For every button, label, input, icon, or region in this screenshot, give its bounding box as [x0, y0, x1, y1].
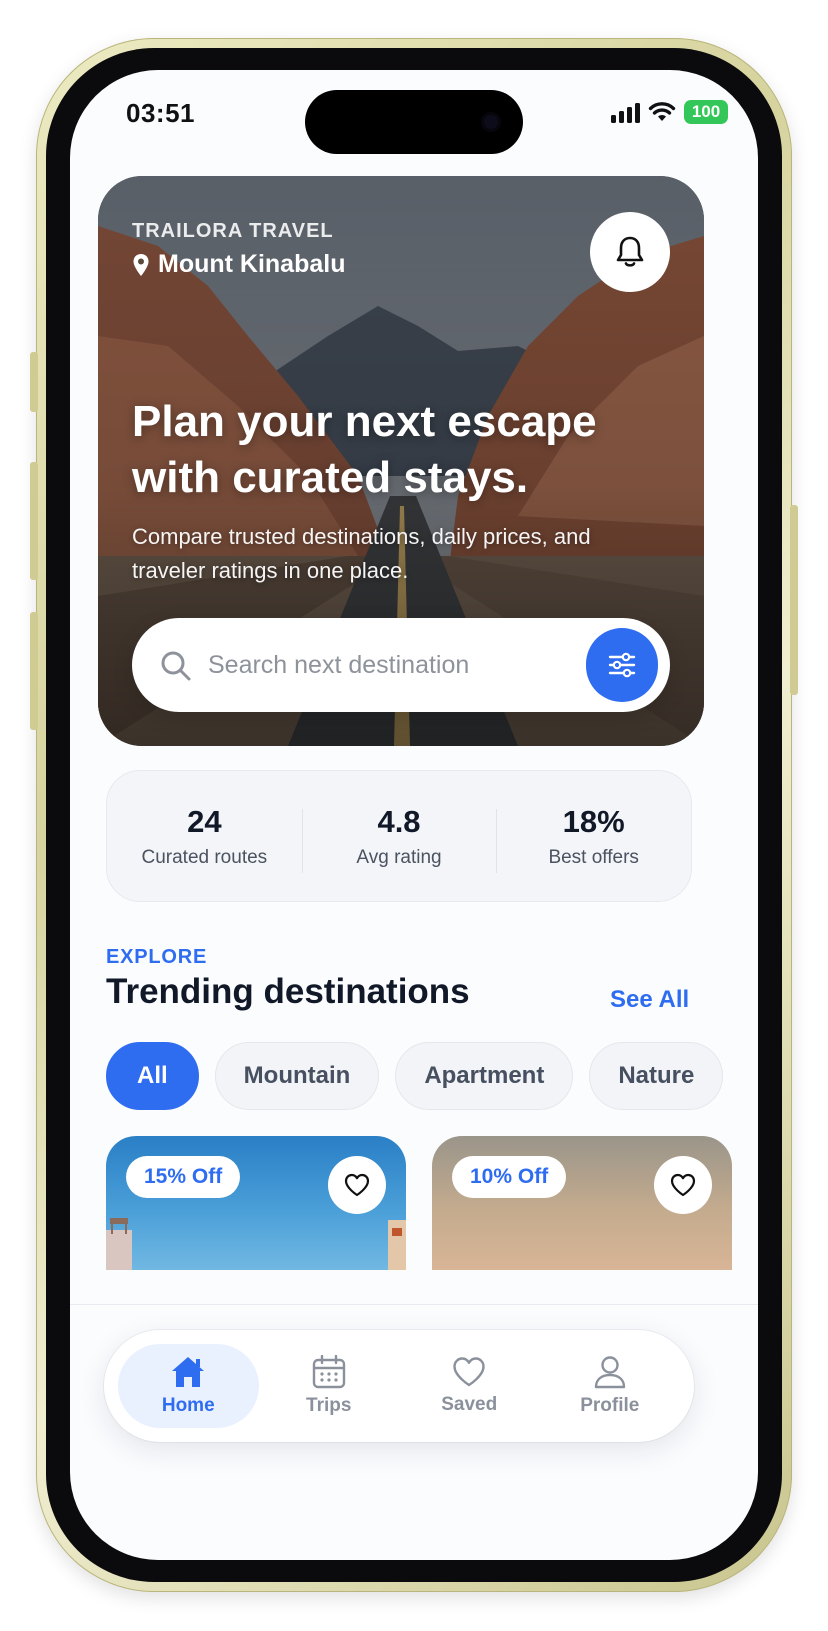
heart-icon — [453, 1357, 485, 1387]
chip-all[interactable]: All — [106, 1042, 199, 1110]
nav-label: Profile — [580, 1395, 640, 1416]
stat-avg-rating: 4.8 Avg rating — [301, 803, 497, 873]
category-chips: All Mountain Apartment Nature — [106, 1042, 724, 1110]
camera-icon — [481, 112, 501, 132]
stat-label: Curated routes — [141, 847, 268, 868]
location-name: Mount Kinabalu — [158, 250, 346, 278]
nav-home[interactable]: Home — [118, 1344, 259, 1428]
status-time: 03:51 — [126, 98, 195, 128]
destination-card[interactable]: 15% Off — [106, 1136, 406, 1270]
hero-headline: Plan your next escape with curated stays… — [132, 397, 597, 502]
stat-best-offers: 18% Best offers — [496, 803, 691, 873]
cellular-signal-icon — [611, 101, 640, 123]
nav-label: Saved — [441, 1394, 498, 1415]
section-eyebrow: EXPLORE — [106, 946, 208, 968]
brand-name: TRAILORA TRAVEL — [132, 220, 334, 242]
status-icons: 100 — [611, 100, 728, 124]
favorite-button[interactable] — [654, 1156, 712, 1214]
chip-apartment[interactable]: Apartment — [395, 1042, 574, 1110]
hero-subheading: Compare trusted destinations, daily pric… — [132, 524, 591, 583]
see-all-link[interactable]: See All — [610, 986, 689, 1014]
search-icon — [161, 651, 191, 681]
discount-badge: 10% Off — [452, 1156, 567, 1198]
calendar-icon — [312, 1355, 345, 1389]
volume-up-button — [30, 462, 38, 580]
chip-mountain[interactable]: Mountain — [214, 1042, 380, 1110]
stat-value: 18% — [562, 804, 625, 839]
app-screen: 03:51 100 TRAILORA TRAVEL Mount Kinabalu… — [70, 70, 758, 1560]
map-pin-icon — [133, 253, 149, 276]
stat-curated-routes: 24 Curated routes — [107, 803, 302, 869]
home-icon — [172, 1357, 205, 1387]
section-title: Trending destinations — [106, 972, 470, 1011]
stat-label: Best offers — [548, 847, 639, 868]
stat-value: 24 — [187, 804, 222, 839]
destination-image — [106, 1218, 406, 1270]
dynamic-island — [305, 90, 523, 154]
nav-label: Trips — [306, 1395, 352, 1416]
divider — [70, 1304, 758, 1305]
nav-saved[interactable]: Saved — [399, 1344, 540, 1428]
discount-badge: 15% Off — [126, 1156, 241, 1198]
action-button — [30, 352, 38, 412]
search-bar[interactable] — [132, 618, 670, 712]
power-button — [790, 505, 798, 695]
user-icon — [594, 1356, 625, 1389]
nav-label: Home — [161, 1395, 215, 1416]
stats-card: 24 Curated routes 4.8 Avg rating 18% Bes… — [106, 770, 692, 902]
sliders-icon — [608, 652, 636, 678]
heart-icon — [670, 1173, 696, 1197]
search-input[interactable] — [208, 642, 568, 688]
stat-value: 4.8 — [377, 804, 421, 839]
bottom-navigation: Home Trips Saved Profile — [104, 1330, 694, 1442]
stat-label: Avg rating — [356, 847, 442, 868]
wifi-icon — [648, 102, 676, 121]
chip-nature[interactable]: Nature — [589, 1042, 724, 1110]
hero-banner: TRAILORA TRAVEL Mount Kinabalu Plan your… — [98, 176, 704, 746]
notifications-button[interactable] — [590, 212, 670, 292]
heart-icon — [344, 1173, 370, 1197]
nav-profile[interactable]: Profile — [540, 1344, 681, 1428]
bell-icon — [616, 236, 644, 267]
battery-indicator: 100 — [684, 100, 728, 124]
destination-card[interactable]: 10% Off — [432, 1136, 732, 1270]
volume-down-button — [30, 612, 38, 730]
nav-trips[interactable]: Trips — [259, 1344, 400, 1428]
filter-button[interactable] — [586, 628, 658, 702]
location-selector[interactable]: Mount Kinabalu — [132, 250, 345, 279]
favorite-button[interactable] — [328, 1156, 386, 1214]
